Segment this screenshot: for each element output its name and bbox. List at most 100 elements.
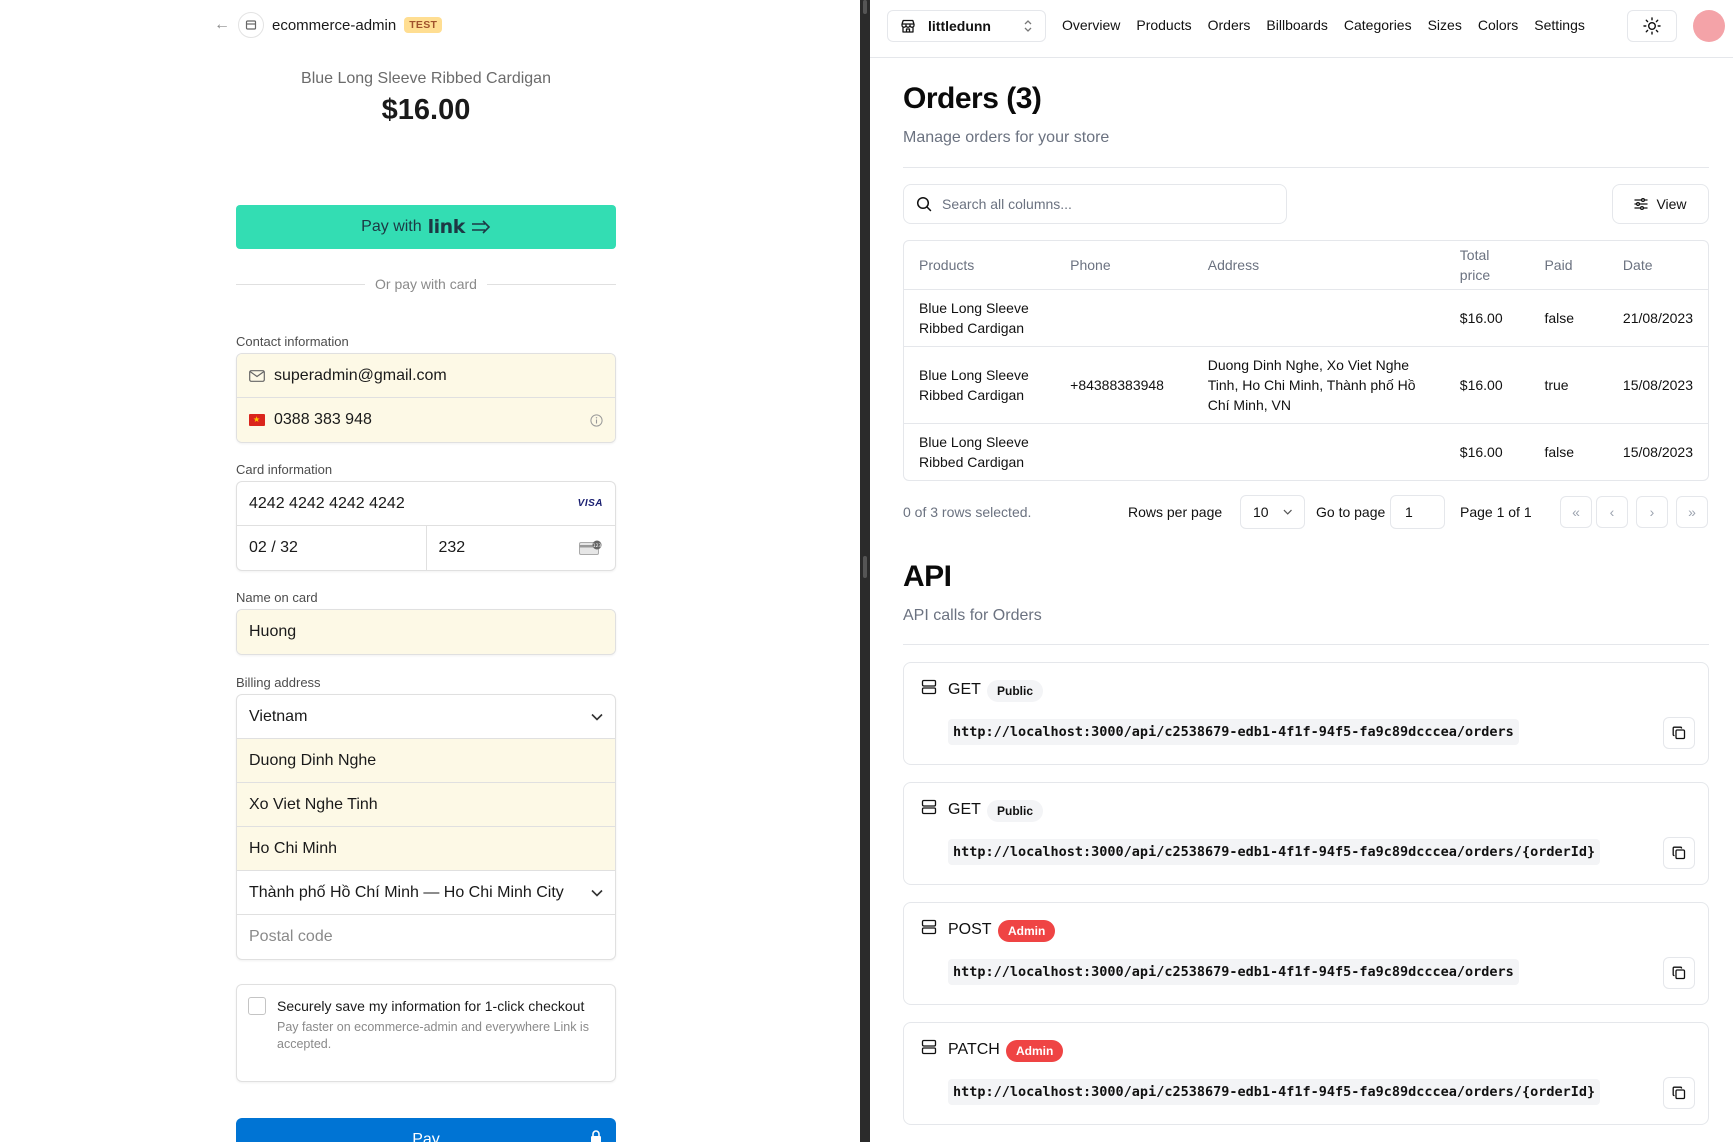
copy-icon: [1672, 966, 1686, 980]
store-icon: [901, 19, 915, 33]
country-select[interactable]: Vietnam: [237, 695, 615, 739]
col-phone[interactable]: Phone: [1055, 241, 1193, 290]
name-label: Name on card: [236, 590, 318, 605]
card-expiry-cvc-row: 02 / 32 232 123: [237, 526, 615, 570]
name-on-card-value: Huong: [249, 623, 297, 640]
server-icon: [921, 919, 937, 935]
checkout-header: ← ecommerce-admin TEST: [214, 12, 443, 38]
checkout-pane: ← ecommerce-admin TEST Blue Long Sleeve …: [0, 0, 860, 1142]
col-total-price[interactable]: Total price: [1444, 241, 1530, 290]
section-divider: [903, 644, 1709, 645]
api-call-card: GET Public http://localhost:3000/api/c25…: [903, 782, 1709, 885]
store-name: littledunn: [928, 18, 991, 34]
nav-billboards[interactable]: Billboards: [1266, 17, 1327, 33]
col-products[interactable]: Products: [904, 241, 1056, 290]
card-fields: 4242 4242 4242 4242 VISA 02 / 32 232 123: [236, 481, 616, 571]
table-row[interactable]: Blue Long Sleeve Ribbed Cardigan $16.00 …: [904, 289, 1708, 347]
pay-button[interactable]: Pay: [236, 1118, 616, 1142]
province-select[interactable]: Thành phố Hồ Chí Minh — Ho Chi Minh City: [237, 871, 615, 915]
top-navbar: littledunn Overview Products Orders Bill…: [870, 0, 1733, 58]
link-logo: link: [427, 216, 466, 238]
nav-orders[interactable]: Orders: [1208, 17, 1251, 33]
first-page-button[interactable]: «: [1560, 496, 1592, 528]
last-page-button[interactable]: »: [1676, 496, 1708, 528]
cell-total: $16.00: [1444, 289, 1530, 347]
email-field[interactable]: superadmin@gmail.com: [237, 354, 615, 398]
name-on-card-field[interactable]: Huong: [237, 610, 615, 654]
card-number-field[interactable]: 4242 4242 4242 4242 VISA: [237, 482, 615, 526]
api-method: PATCH: [948, 1041, 1000, 1058]
postal-code-field[interactable]: Postal code: [237, 915, 615, 959]
copy-icon: [1672, 1086, 1686, 1100]
nav-sizes[interactable]: Sizes: [1428, 17, 1462, 33]
api-section-title: API: [903, 560, 952, 593]
nav-overview[interactable]: Overview: [1062, 17, 1120, 33]
prev-page-button[interactable]: ‹: [1596, 496, 1628, 528]
cell-phone: [1055, 289, 1193, 347]
col-paid[interactable]: Paid: [1529, 241, 1608, 290]
col-date[interactable]: Date: [1607, 241, 1708, 290]
orders-table: Products Phone Address Total price Paid …: [903, 240, 1709, 481]
sliders-icon: [1634, 197, 1649, 211]
sun-icon: [1643, 17, 1661, 35]
name-fields: Huong: [236, 609, 616, 655]
phone-value: 0388 383 948: [274, 411, 372, 428]
copy-button[interactable]: [1663, 717, 1695, 749]
phone-field[interactable]: 0388 383 948: [237, 398, 615, 442]
pay-button-label: Pay: [412, 1131, 440, 1142]
city-field[interactable]: Ho Chi Minh: [237, 827, 615, 871]
go-to-page-input[interactable]: 1: [1390, 495, 1445, 529]
copy-button[interactable]: [1663, 1077, 1695, 1109]
card-cvc-field[interactable]: 232 123: [427, 526, 616, 570]
cell-paid: true: [1529, 346, 1608, 424]
page-indicator: Page 1 of 1: [1460, 504, 1532, 520]
store-icon: [238, 12, 264, 38]
table-row[interactable]: Blue Long Sleeve Ribbed Cardigan $16.00 …: [904, 423, 1708, 480]
email-value: superadmin@gmail.com: [274, 366, 447, 384]
arrow-left-icon[interactable]: ←: [214, 17, 230, 33]
cell-paid: false: [1544, 443, 1575, 460]
address-line2-field[interactable]: Xo Viet Nghe Tinh: [237, 783, 615, 827]
postal-code-placeholder: Postal code: [249, 928, 333, 945]
api-url: http://localhost:3000/api/c2538679-edb1-…: [948, 959, 1519, 985]
cell-total: $16.00: [1459, 443, 1503, 460]
go-to-page-value: 1: [1405, 504, 1413, 520]
view-button-label: View: [1656, 196, 1687, 212]
table-header-row: Products Phone Address Total price Paid …: [904, 241, 1708, 290]
pay-with-link-button[interactable]: Pay with link: [236, 205, 616, 249]
visa-logo: VISA: [577, 498, 603, 509]
country-value: Vietnam: [249, 707, 308, 725]
api-access-badge: Admin: [998, 920, 1056, 942]
save-info-checkbox[interactable]: [248, 997, 266, 1015]
nav-products[interactable]: Products: [1136, 17, 1191, 33]
table-row[interactable]: Blue Long Sleeve Ribbed Cardigan +843883…: [904, 346, 1708, 424]
cell-address: Duong Dinh Nghe, Xo Viet Nghe Tinh, Ho C…: [1192, 346, 1445, 424]
card-number-value: 4242 4242 4242 4242: [249, 494, 405, 512]
view-columns-button[interactable]: View: [1612, 184, 1709, 224]
rows-per-page-select[interactable]: 10: [1240, 495, 1305, 529]
copy-button[interactable]: [1663, 957, 1695, 989]
copy-button[interactable]: [1663, 837, 1695, 869]
card-expiry-field[interactable]: 02 / 32: [237, 526, 427, 570]
search-input[interactable]: Search all columns...: [903, 184, 1287, 224]
pagination: 0 of 3 rows selected. Rows per page 10 G…: [903, 494, 1709, 530]
api-call-card: GET Public http://localhost:3000/api/c25…: [903, 662, 1709, 765]
cell-phone: [1055, 423, 1193, 480]
store-switcher[interactable]: littledunn: [887, 10, 1046, 42]
chevron-down-icon: [1283, 509, 1292, 515]
cell-date: 21/08/2023: [1607, 289, 1708, 347]
address-line1-field[interactable]: Duong Dinh Nghe: [237, 739, 615, 783]
cell-date: 15/08/2023: [1622, 443, 1693, 460]
user-avatar[interactable]: [1693, 10, 1725, 42]
col-address[interactable]: Address: [1192, 241, 1445, 290]
vietnam-flag-icon[interactable]: [249, 414, 265, 426]
next-page-button[interactable]: ›: [1636, 496, 1668, 528]
nav-categories[interactable]: Categories: [1344, 17, 1412, 33]
split-view-divider[interactable]: [860, 0, 870, 1142]
info-icon[interactable]: [590, 413, 603, 427]
theme-toggle-button[interactable]: [1627, 10, 1677, 42]
nav-settings[interactable]: Settings: [1534, 17, 1585, 33]
server-icon: [921, 679, 937, 695]
nav-colors[interactable]: Colors: [1478, 17, 1518, 33]
search-placeholder: Search all columns...: [942, 196, 1072, 212]
